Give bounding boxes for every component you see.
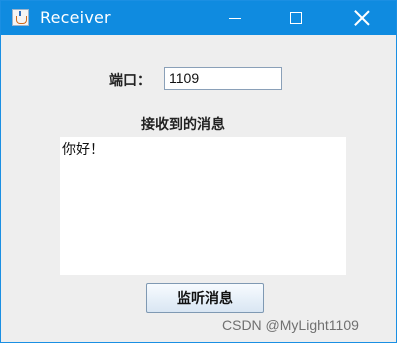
window-title: Receiver <box>40 8 111 27</box>
received-messages-label: 接收到的消息 <box>141 117 225 133</box>
maximize-button[interactable] <box>273 1 319 35</box>
message-text-area[interactable]: 你好！ <box>60 137 346 275</box>
port-input[interactable]: 1109 <box>164 67 282 90</box>
close-button[interactable] <box>339 1 385 35</box>
watermark: CSDN @MyLight1109 <box>222 317 359 333</box>
minimize-icon <box>229 17 241 19</box>
java-cup-icon <box>12 9 29 26</box>
receiver-window: Receiver 端口： 1109 接收到的消息 你好！ 监听消息 CSDN @… <box>0 0 397 343</box>
port-label: 端口： <box>109 73 151 89</box>
maximize-icon <box>290 12 302 24</box>
minimize-button[interactable] <box>212 1 258 35</box>
title-bar[interactable]: Receiver <box>1 1 396 35</box>
close-icon <box>354 10 370 26</box>
listen-button[interactable]: 监听消息 <box>146 283 264 313</box>
